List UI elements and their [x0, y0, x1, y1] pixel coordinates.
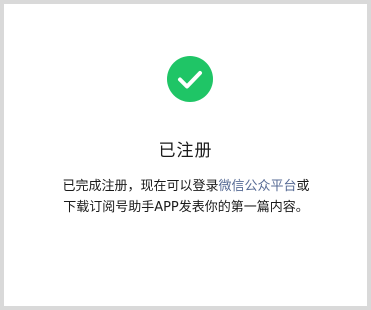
success-message: 已完成注册，现在可以登录微信公众平台或下载订阅号助手APP发表你的第一篇内容。: [60, 176, 312, 218]
check-circle-icon: [167, 56, 213, 102]
message-prefix: 已完成注册，现在可以登录: [62, 179, 219, 194]
page-title: 已注册: [158, 141, 213, 161]
checkmark-icon: [178, 71, 202, 89]
registration-success-panel: 已注册 已完成注册，现在可以登录微信公众平台或下载订阅号助手APP发表你的第一篇…: [4, 4, 367, 306]
wechat-platform-link[interactable]: 微信公众平台: [218, 179, 296, 194]
